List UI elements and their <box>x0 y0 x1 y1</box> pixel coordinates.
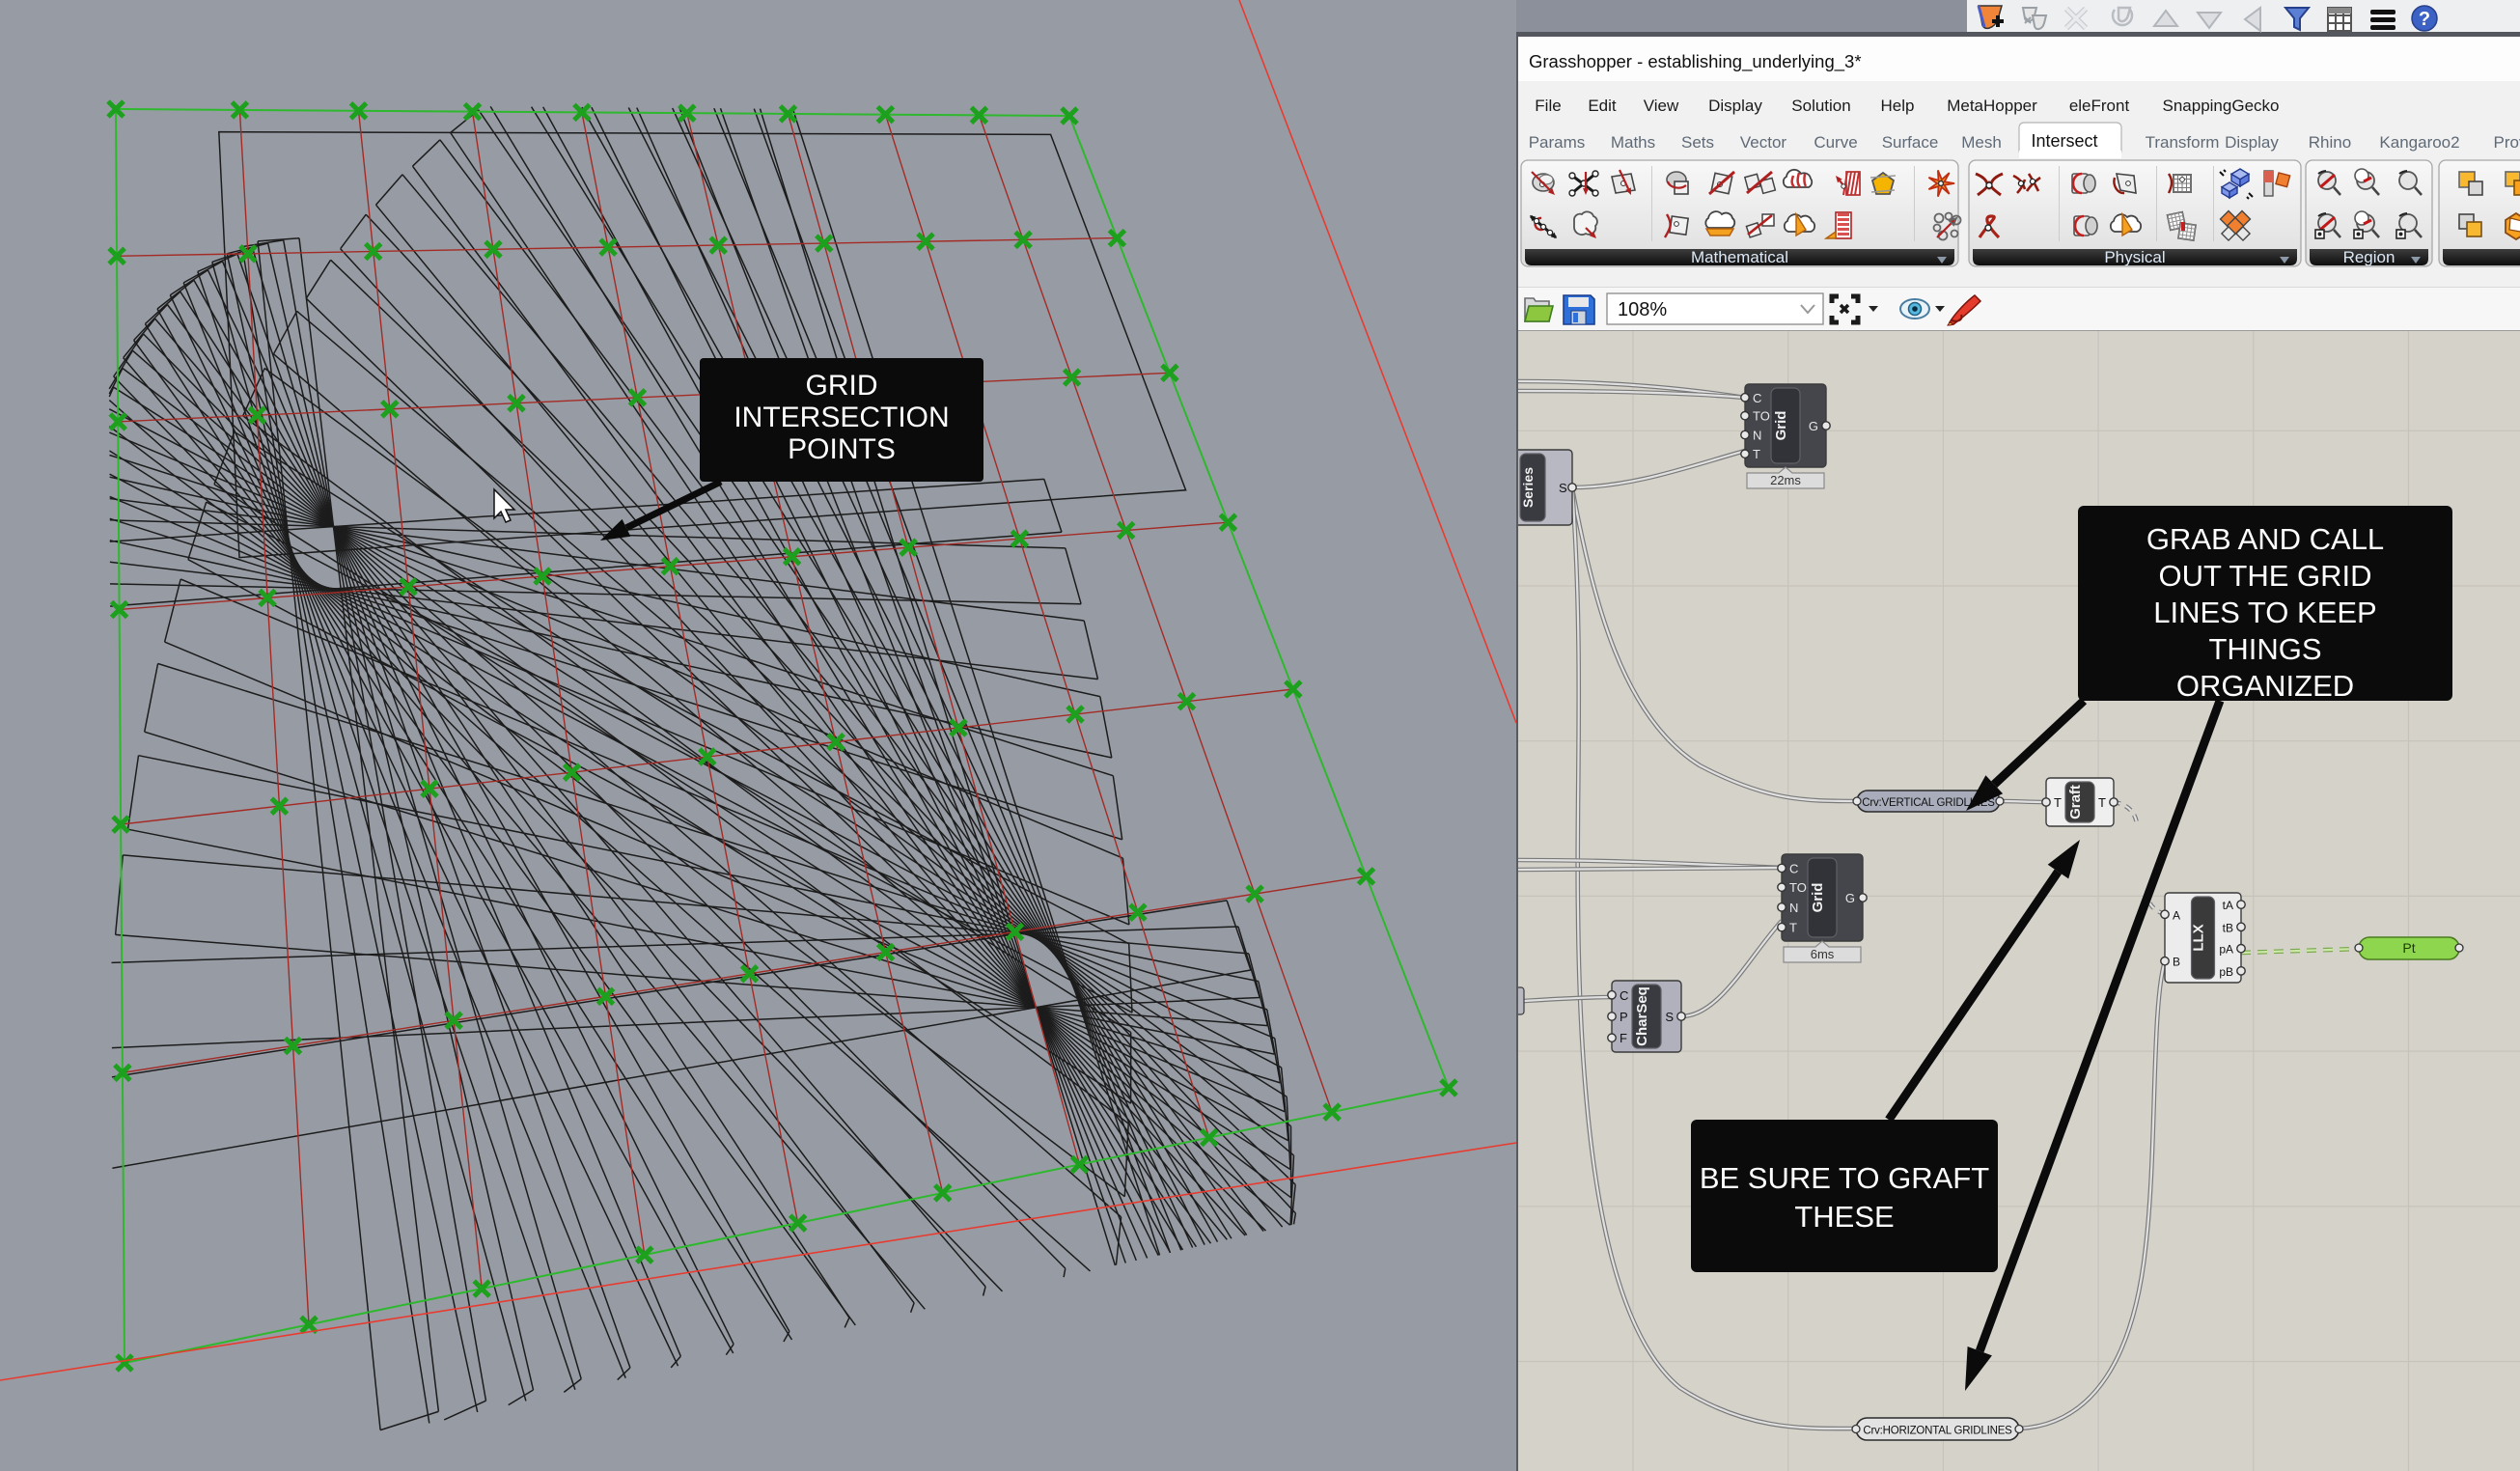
svg-text:tA: tA <box>2223 899 2233 912</box>
svg-text:Graft: Graft <box>2067 785 2084 819</box>
svg-text:GRID: GRID <box>806 370 878 402</box>
svg-text:Series: Series <box>1520 467 1536 508</box>
svg-text:Intersect: Intersect <box>2031 131 2097 151</box>
svg-text:pA: pA <box>2219 943 2233 957</box>
svg-text:G: G <box>1845 891 1855 905</box>
svg-text:BE SURE TO GRAFT: BE SURE TO GRAFT <box>1700 1161 1989 1195</box>
svg-text:Rhino: Rhino <box>2309 133 2351 152</box>
svg-text:6ms: 6ms <box>1811 947 1835 961</box>
svg-text:tB: tB <box>2223 921 2233 934</box>
svg-text:Curve: Curve <box>1814 133 1857 152</box>
svg-text:Crv:HORIZONTAL GRIDLINES: Crv:HORIZONTAL GRIDLINES <box>1863 1426 2012 1437</box>
svg-text:B: B <box>2173 956 2180 969</box>
svg-text:Help: Help <box>1881 97 1915 115</box>
svg-text:N: N <box>1789 901 1798 915</box>
svg-text:C: C <box>1753 391 1761 405</box>
svg-text:Grasshopper - establishing_und: Grasshopper - establishing_underlying_3* <box>1529 51 1862 72</box>
svg-text:C: C <box>1620 988 1628 1003</box>
svg-text:C: C <box>1789 861 1798 875</box>
svg-text:eleFront: eleFront <box>2069 97 2130 115</box>
svg-text:Grid: Grid <box>1773 411 1789 441</box>
svg-text:Mesh: Mesh <box>1961 133 2002 152</box>
svg-text:Sets: Sets <box>1681 133 1714 152</box>
svg-text:?: ? <box>2419 9 2430 30</box>
svg-text:LINES TO KEEP: LINES TO KEEP <box>2153 596 2376 629</box>
svg-text:S: S <box>1665 1010 1674 1024</box>
svg-text:Params: Params <box>1529 133 1586 152</box>
svg-text:Grid: Grid <box>1810 883 1826 913</box>
svg-text:TO: TO <box>1789 880 1807 895</box>
svg-text:Region: Region <box>2343 248 2395 266</box>
svg-text:Maths: Maths <box>1611 133 1655 152</box>
svg-text:F: F <box>1620 1031 1627 1045</box>
svg-text:G: G <box>1809 419 1818 433</box>
svg-text:P: P <box>1620 1010 1628 1024</box>
svg-text:T: T <box>1753 447 1760 461</box>
svg-text:Mathematical: Mathematical <box>1691 248 1788 266</box>
svg-text:MetaHopper: MetaHopper <box>1947 97 2037 115</box>
svg-text:A: A <box>2173 908 2180 922</box>
svg-text:Surface: Surface <box>1882 133 1939 152</box>
svg-text:View: View <box>1644 97 1679 115</box>
svg-text:Vector: Vector <box>1740 133 1787 152</box>
svg-text:THESE: THESE <box>1794 1200 1894 1234</box>
svg-text:Display: Display <box>1708 97 1762 115</box>
svg-text:Transform: Transform <box>2146 133 2220 152</box>
svg-text:INTERSECTION: INTERSECTION <box>734 402 949 433</box>
svg-text:S: S <box>1559 481 1567 495</box>
svg-text:Physical: Physical <box>2104 248 2165 266</box>
svg-text:Kangaroo2: Kangaroo2 <box>2379 133 2459 152</box>
svg-text:N: N <box>1753 429 1761 443</box>
svg-text:Display: Display <box>2225 133 2279 152</box>
svg-text:T: T <box>2098 795 2106 810</box>
svg-text:22ms: 22ms <box>1770 473 1801 487</box>
svg-text:OUT THE GRID: OUT THE GRID <box>2158 559 2371 593</box>
svg-text:Pt: Pt <box>2402 940 2415 956</box>
svg-text:SnappingGecko: SnappingGecko <box>2163 97 2280 115</box>
svg-text:CharSeq: CharSeq <box>1634 986 1650 1046</box>
svg-text:GRAB AND CALL: GRAB AND CALL <box>2146 522 2384 556</box>
svg-text:pB: pB <box>2219 965 2233 979</box>
svg-text:THINGS: THINGS <box>2208 632 2321 666</box>
svg-text:ORGANIZED: ORGANIZED <box>2176 669 2354 703</box>
svg-text:Prov: Prov <box>2494 133 2520 152</box>
svg-text:108%: 108% <box>1618 299 1667 320</box>
svg-text:T: T <box>2054 795 2062 810</box>
svg-text:Solution: Solution <box>1791 97 1850 115</box>
svg-text:LLX: LLX <box>2191 924 2207 951</box>
svg-text:TO: TO <box>1753 409 1770 424</box>
svg-text:File: File <box>1535 97 1561 115</box>
svg-text:T: T <box>1789 921 1797 935</box>
svg-text:Edit: Edit <box>1588 97 1617 115</box>
svg-text:POINTS: POINTS <box>788 433 896 465</box>
